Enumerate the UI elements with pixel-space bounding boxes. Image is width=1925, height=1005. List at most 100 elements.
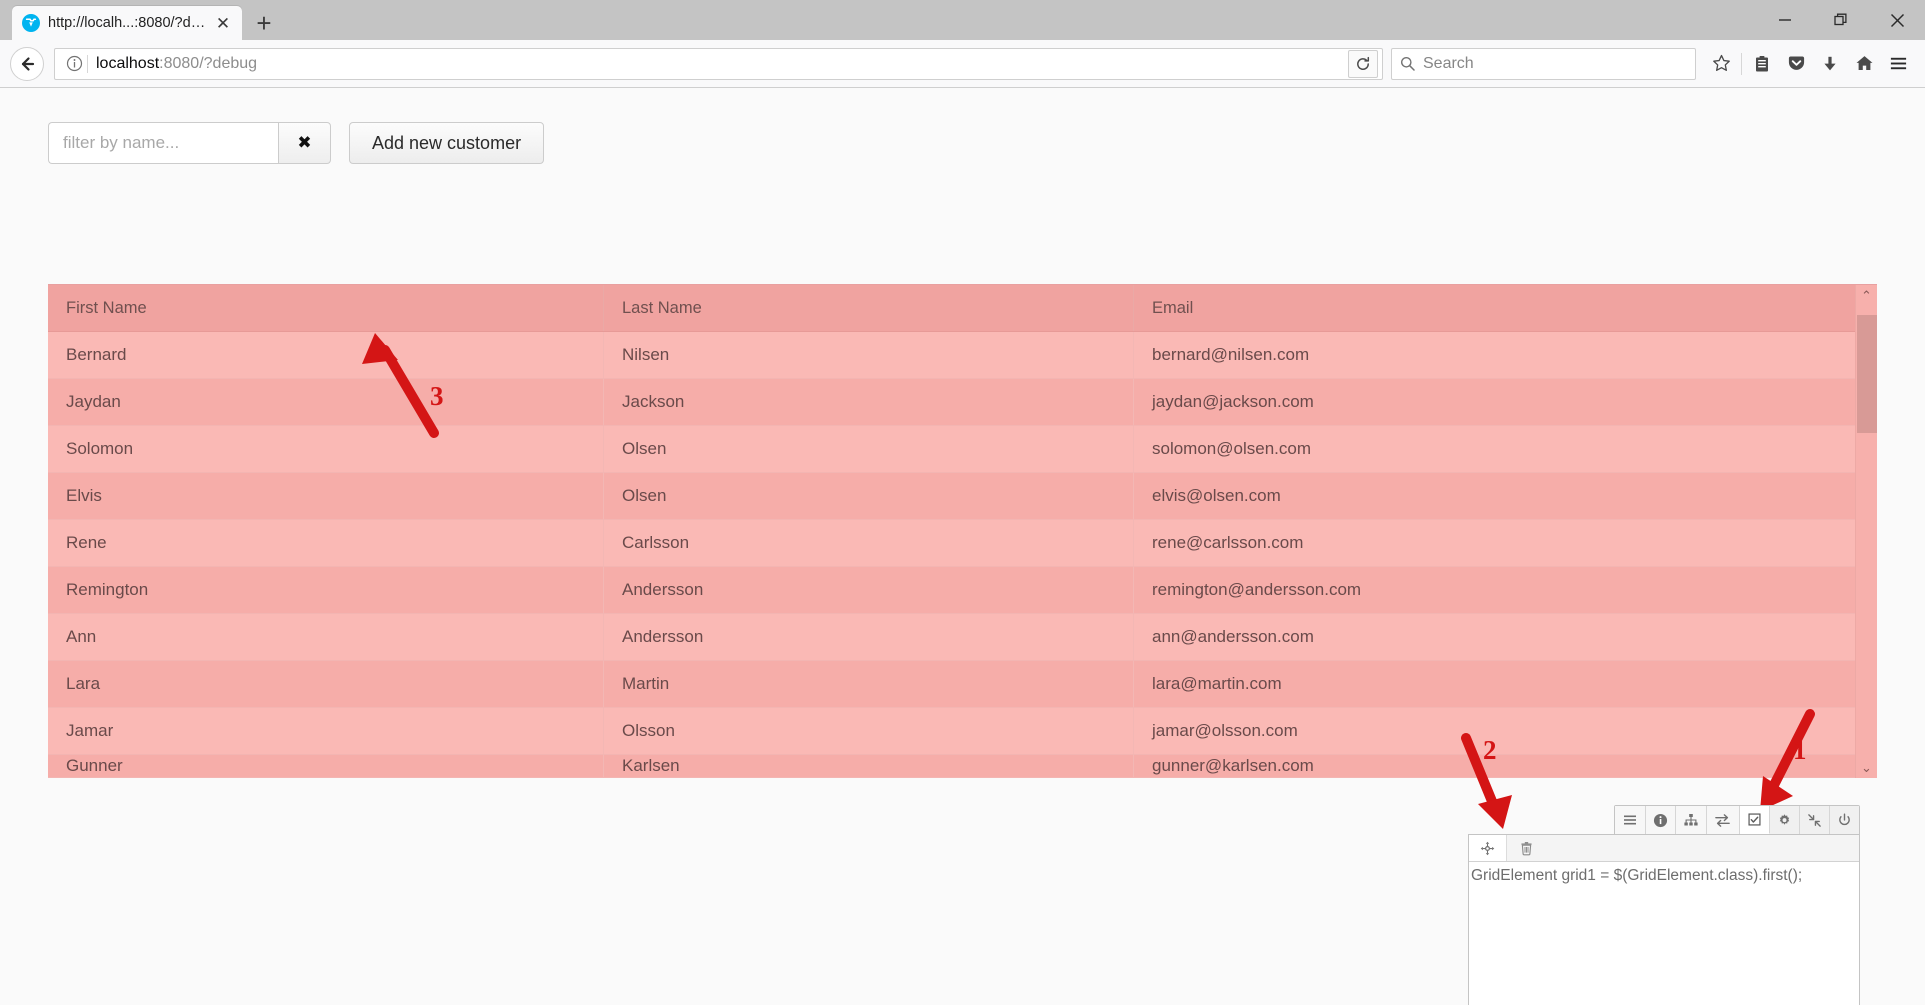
cell-first-name: Remington: [48, 567, 604, 613]
nav-icon-group: [1704, 47, 1915, 81]
new-tab-button[interactable]: +: [246, 6, 282, 40]
customer-grid[interactable]: First Name Last Name Email Bernard Nilse…: [48, 284, 1877, 778]
hamburger-icon: [1622, 812, 1638, 828]
tab-title: http://localh...:8080/?debug: [48, 15, 208, 31]
cell-email: solomon@olsen.com: [1134, 426, 1855, 472]
scrollbar-thumb[interactable]: [1857, 315, 1877, 433]
browser-navbar: localhost:8080/?debug Search: [0, 40, 1925, 88]
menu-hamburger-icon[interactable]: [1881, 47, 1915, 81]
close-button[interactable]: [1869, 0, 1925, 40]
urlbar-divider: [87, 55, 88, 73]
power-icon: [1837, 813, 1852, 828]
downloads-icon[interactable]: [1813, 47, 1847, 81]
clear-action[interactable]: [1507, 835, 1545, 861]
table-row[interactable]: Rene Carlsson rene@carlsson.com: [48, 520, 1855, 567]
bookmark-star-icon[interactable]: [1704, 47, 1738, 81]
debug-network-tab[interactable]: [1707, 806, 1739, 834]
window-controls: [1757, 0, 1925, 40]
cell-last-name: Olsson: [604, 708, 1134, 754]
cell-last-name: Andersson: [604, 567, 1134, 613]
table-row[interactable]: Jamar Olsson jamar@olsson.com: [48, 708, 1855, 755]
cell-first-name: Jaydan: [48, 379, 604, 425]
cell-email: bernard@nilsen.com: [1134, 332, 1855, 378]
scroll-up-arrow-icon[interactable]: ⌃: [1861, 289, 1872, 302]
cell-first-name: Solomon: [48, 426, 604, 472]
add-new-customer-button[interactable]: Add new customer: [349, 122, 544, 164]
debug-tab-bar: [1614, 805, 1860, 834]
home-icon[interactable]: [1847, 47, 1881, 81]
debug-info-tab[interactable]: [1646, 806, 1676, 834]
browser-window: http://localh...:8080/?debug ✕ +: [0, 0, 1925, 1005]
cell-email: ann@andersson.com: [1134, 614, 1855, 660]
debug-testbench-tab[interactable]: [1740, 806, 1770, 834]
grid-header-email[interactable]: Email: [1134, 285, 1855, 331]
browser-tab[interactable]: http://localh...:8080/?debug ✕: [12, 6, 242, 40]
address-bar[interactable]: localhost:8080/?debug: [54, 48, 1383, 80]
table-row[interactable]: Jaydan Jackson jaydan@jackson.com: [48, 379, 1855, 426]
cell-first-name: Rene: [48, 520, 604, 566]
reload-button[interactable]: [1348, 50, 1378, 78]
table-row[interactable]: Elvis Olsen elvis@olsen.com: [48, 473, 1855, 520]
restore-button[interactable]: [1813, 0, 1869, 40]
vaadin-logo-icon: [22, 14, 40, 32]
debug-close-tab[interactable]: [1830, 806, 1859, 834]
table-row[interactable]: Solomon Olsen solomon@olsen.com: [48, 426, 1855, 473]
search-bar[interactable]: Search: [1391, 48, 1696, 80]
grid-header-row: First Name Last Name Email: [48, 285, 1855, 332]
tab-strip: http://localh...:8080/?debug ✕ +: [0, 0, 282, 40]
cell-first-name: Lara: [48, 661, 604, 707]
browser-titlebar: http://localh...:8080/?debug ✕ +: [0, 0, 1925, 40]
url-path: :8080/?debug: [159, 55, 257, 72]
customer-toolbar: ✖ Add new customer: [48, 122, 544, 164]
table-row[interactable]: Lara Martin lara@martin.com: [48, 661, 1855, 708]
reader-list-icon[interactable]: [1745, 47, 1779, 81]
grid-table: First Name Last Name Email Bernard Nilse…: [48, 285, 1855, 778]
grid-header-last-name[interactable]: Last Name: [604, 285, 1134, 331]
table-row[interactable]: Remington Andersson remington@andersson.…: [48, 567, 1855, 614]
vaadin-debug-window[interactable]: GridElement grid1 = $(GridElement.class)…: [1468, 805, 1860, 1005]
cell-email: gunner@karlsen.com: [1134, 755, 1855, 777]
table-row[interactable]: Bernard Nilsen bernard@nilsen.com: [48, 332, 1855, 379]
table-row[interactable]: Gunner Karlsen gunner@karlsen.com: [48, 755, 1855, 778]
cell-email: lara@martin.com: [1134, 661, 1855, 707]
scroll-down-arrow-icon[interactable]: ⌄: [1861, 761, 1872, 774]
pocket-icon[interactable]: [1779, 47, 1813, 81]
minimize-button[interactable]: [1757, 0, 1813, 40]
cell-last-name: Karlsen: [604, 755, 1134, 777]
grid-header-first-name[interactable]: First Name: [48, 285, 604, 331]
debug-log-tab[interactable]: [1615, 806, 1646, 834]
filter-input[interactable]: [48, 122, 278, 164]
gear-icon: [1777, 813, 1792, 828]
debug-settings-tab[interactable]: [1770, 806, 1800, 834]
tab-close-icon[interactable]: ✕: [212, 12, 234, 34]
page-content: ✖ Add new customer First Name Last Name …: [0, 88, 1925, 1005]
pick-element-action[interactable]: [1469, 835, 1507, 861]
hierarchy-icon: [1683, 812, 1699, 828]
trash-icon: [1519, 841, 1534, 856]
cell-email: rene@carlsson.com: [1134, 520, 1855, 566]
cell-last-name: Olsen: [604, 426, 1134, 472]
table-row[interactable]: Ann Andersson ann@andersson.com: [48, 614, 1855, 661]
cell-email: jaydan@jackson.com: [1134, 379, 1855, 425]
cell-email: elvis@olsen.com: [1134, 473, 1855, 519]
collapse-icon: [1807, 813, 1822, 828]
cell-last-name: Nilsen: [604, 332, 1134, 378]
cell-last-name: Carlsson: [604, 520, 1134, 566]
debug-window-body: GridElement grid1 = $(GridElement.class)…: [1468, 834, 1860, 1005]
grid-scrollbar[interactable]: ⌃ ⌄: [1855, 285, 1877, 778]
debug-hierarchy-tab[interactable]: [1676, 806, 1707, 834]
cell-first-name: Ann: [48, 614, 604, 660]
cell-last-name: Jackson: [604, 379, 1134, 425]
cell-email: jamar@olsson.com: [1134, 708, 1855, 754]
clear-filter-button[interactable]: ✖: [278, 122, 331, 164]
crosshair-move-icon: [1480, 841, 1495, 856]
cell-last-name: Martin: [604, 661, 1134, 707]
info-icon: [1653, 813, 1668, 828]
info-circle-icon[interactable]: [63, 55, 85, 72]
nav-divider: [1741, 53, 1742, 75]
debug-code-output[interactable]: GridElement grid1 = $(GridElement.class)…: [1469, 862, 1859, 1005]
debug-minimize-tab[interactable]: [1800, 806, 1830, 834]
cell-first-name: Elvis: [48, 473, 604, 519]
cell-last-name: Andersson: [604, 614, 1134, 660]
back-button[interactable]: [10, 47, 44, 81]
